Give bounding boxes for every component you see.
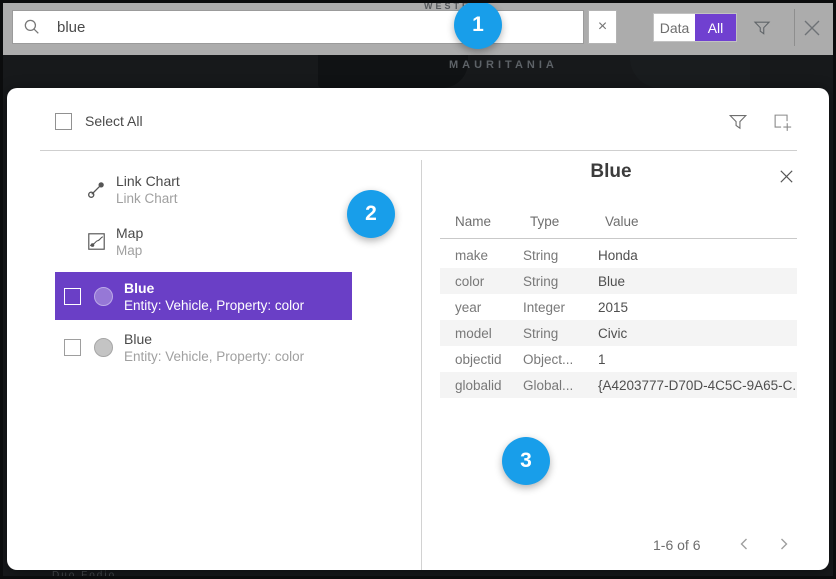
pagination-next-button[interactable] <box>775 535 793 553</box>
panel-vertical-divider <box>421 160 422 570</box>
callout-badge-2: 2 <box>347 190 395 238</box>
cell-value: Blue <box>598 274 797 289</box>
result-subtitle: Map <box>116 243 143 258</box>
search-input[interactable] <box>55 18 583 37</box>
chevron-left-icon <box>738 537 750 551</box>
results-filter-button[interactable] <box>726 110 750 134</box>
cell-name: year <box>455 300 523 315</box>
result-subtitle: Entity: Vehicle, Property: color <box>124 298 304 313</box>
result-subtitle: Entity: Vehicle, Property: color <box>124 349 304 364</box>
map-label-mauritania: MAURITANIA <box>449 59 558 71</box>
close-icon <box>778 168 795 185</box>
pagination-prev-button[interactable] <box>735 535 753 553</box>
frame-border <box>0 0 836 3</box>
cell-type: Integer <box>523 300 598 315</box>
column-header-type: Type <box>530 214 559 229</box>
add-selection-icon <box>771 111 793 133</box>
close-search-button[interactable] <box>801 17 823 39</box>
chevron-right-icon <box>778 537 790 551</box>
column-header-name: Name <box>455 214 491 229</box>
table-row-globalid: globalid Global... {A4203777-D70D-4C5C-9… <box>440 372 797 398</box>
cell-type: String <box>523 326 598 341</box>
cell-type: Object... <box>523 352 598 367</box>
table-row-make: make String Honda <box>440 242 797 268</box>
entity-dot-icon <box>94 338 113 357</box>
search-results-panel: Select All Link Chart Link Chart <box>7 88 829 570</box>
cell-value: {A4203777-D70D-4C5C-9A65-C... <box>598 378 797 393</box>
result-item-blue-selected[interactable]: Blue Entity: Vehicle, Property: color <box>55 272 352 320</box>
result-item-link-chart[interactable]: Link Chart Link Chart <box>87 173 180 206</box>
result-checkbox[interactable] <box>64 339 81 356</box>
filter-button[interactable] <box>751 17 773 39</box>
cell-name: model <box>455 326 523 341</box>
link-chart-icon <box>87 180 106 199</box>
select-all-label: Select All <box>85 113 143 129</box>
clear-search-button[interactable]: × <box>588 10 617 44</box>
toolbar-divider <box>794 9 795 46</box>
scope-option-data[interactable]: Data <box>654 14 695 41</box>
callout-badge-1: 1 <box>454 1 502 49</box>
cell-type: String <box>523 274 598 289</box>
app-window: MAURITANIA Duo Fodio WESTER × Data All <box>0 0 836 579</box>
cell-type: String <box>523 248 598 263</box>
add-to-selection-button[interactable] <box>770 110 794 134</box>
table-row-color: color String Blue <box>440 268 797 294</box>
frame-border <box>0 0 3 579</box>
table-row-year: year Integer 2015 <box>440 294 797 320</box>
table-header-divider <box>440 238 797 239</box>
result-title: Blue <box>124 280 304 296</box>
clear-icon: × <box>598 18 607 36</box>
map-land-shape <box>630 55 750 88</box>
funnel-icon <box>727 111 749 133</box>
cell-name: color <box>455 274 523 289</box>
result-item-blue[interactable]: Blue Entity: Vehicle, Property: color <box>55 326 352 368</box>
scope-option-all[interactable]: All <box>695 14 736 41</box>
funnel-icon <box>752 18 772 38</box>
result-title: Blue <box>124 331 304 347</box>
close-icon <box>801 17 823 39</box>
panel-header-divider <box>40 150 797 151</box>
result-item-map[interactable]: Map Map <box>87 225 143 258</box>
detail-close-button[interactable] <box>778 168 796 186</box>
map-icon <box>87 232 106 251</box>
entity-dot-icon <box>94 287 113 306</box>
cell-name: make <box>455 248 523 263</box>
map-land-shape <box>318 55 468 88</box>
table-row-objectid: objectid Object... 1 <box>440 346 797 372</box>
cell-value: Civic <box>598 326 797 341</box>
cell-value: Honda <box>598 248 797 263</box>
result-subtitle: Link Chart <box>116 191 180 206</box>
cell-name: globalid <box>455 378 523 393</box>
result-checkbox[interactable] <box>64 288 81 305</box>
cell-type: Global... <box>523 378 598 393</box>
search-icon <box>23 18 41 36</box>
pagination-range: 1-6 of 6 <box>653 537 700 553</box>
search-toolbar: WESTER × Data All <box>0 0 836 55</box>
select-all-checkbox[interactable] <box>55 113 72 130</box>
scope-toggle: Data All <box>653 13 737 42</box>
cell-value: 1 <box>598 352 797 367</box>
detail-title: Blue <box>421 161 801 183</box>
callout-badge-3: 3 <box>502 437 550 485</box>
result-title: Link Chart <box>116 173 180 189</box>
table-row-model: model String Civic <box>440 320 797 346</box>
result-title: Map <box>116 225 143 241</box>
column-header-value: Value <box>605 214 639 229</box>
cell-value: 2015 <box>598 300 797 315</box>
cell-name: objectid <box>455 352 523 367</box>
